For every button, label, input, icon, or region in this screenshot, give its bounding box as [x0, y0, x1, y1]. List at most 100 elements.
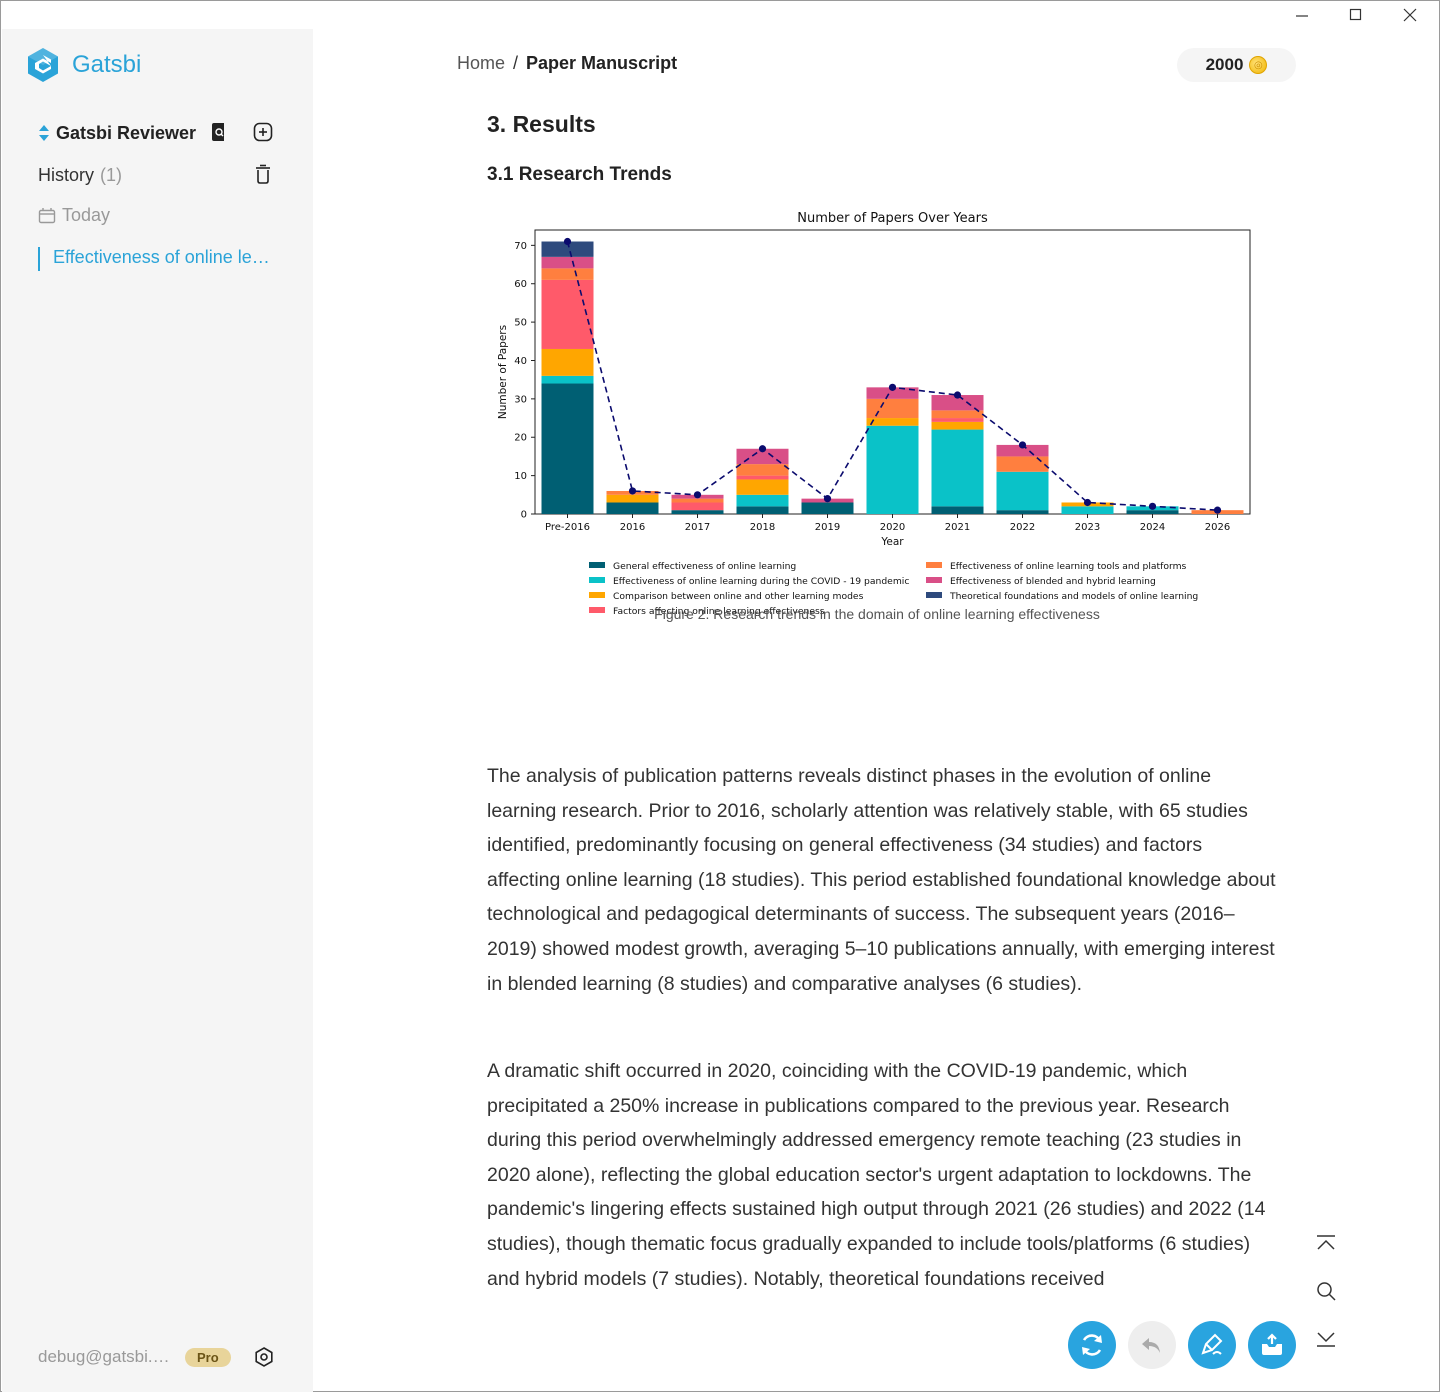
- credits-badge[interactable]: 2000 ◎: [1177, 48, 1296, 82]
- x-axis-label: Year: [880, 536, 904, 548]
- sidebar: Gatsbi Gatsbi Reviewer History (1) Today…: [2, 29, 313, 1392]
- bar-segment: [606, 502, 659, 514]
- x-tick-label: 2018: [750, 522, 775, 533]
- app-logo[interactable]: Gatsbi: [26, 47, 141, 83]
- bar-segment: [671, 510, 724, 514]
- x-tick-label: 2016: [620, 522, 645, 533]
- totals-point: [1213, 506, 1222, 514]
- title-bar: [1, 1, 1439, 29]
- gatsbi-logo-icon: [28, 48, 58, 82]
- x-tick-label: Pre-2016: [545, 522, 590, 533]
- bar-segment: [996, 456, 1049, 472]
- bar-segment: [931, 506, 984, 514]
- bar-segment: [866, 425, 919, 514]
- totals-point: [1018, 441, 1027, 449]
- paragraph: A dramatic shift occurred in 2020, coinc…: [487, 1060, 1266, 1290]
- legend-label: Effectiveness of online learning during …: [613, 576, 909, 587]
- bar-segment: [541, 256, 594, 269]
- legend-swatch: [926, 592, 942, 598]
- export-icon: [1262, 1333, 1282, 1355]
- x-tick-label: 2026: [1205, 522, 1230, 533]
- y-tick-label: 20: [514, 433, 527, 444]
- legend-label: General effectiveness of online learning: [613, 561, 796, 572]
- user-footer: debug@gatsbi.com Pro: [38, 1345, 278, 1369]
- x-tick-label: 2021: [945, 522, 970, 533]
- x-tick-label: 2020: [880, 522, 905, 533]
- today-label: Today: [62, 205, 111, 225]
- x-tick-label: 2017: [685, 522, 710, 533]
- y-tick-label: 50: [514, 318, 527, 329]
- paragraph: The analysis of publication patterns rev…: [487, 765, 1276, 995]
- minimize-icon[interactable]: [1291, 5, 1313, 25]
- bar-segment: [1061, 506, 1114, 514]
- workspace-selector[interactable]: Gatsbi Reviewer: [38, 121, 278, 145]
- y-tick-label: 10: [514, 471, 527, 482]
- bar-segment: [541, 268, 594, 280]
- y-tick-label: 40: [514, 356, 527, 367]
- x-tick-label: 2022: [1010, 522, 1035, 533]
- bar-segment: [606, 494, 659, 503]
- user-email[interactable]: debug@gatsbi.com: [38, 1347, 176, 1367]
- figure-caption: Figure 2. Research trends in the domain …: [654, 606, 1100, 622]
- edit-button[interactable]: [1188, 1321, 1236, 1369]
- subsection-title: 3.1 Research Trends: [487, 164, 672, 185]
- breadcrumb-current: Paper Manuscript: [526, 53, 678, 73]
- breadcrumb: Home / Paper Manuscript: [457, 53, 677, 74]
- app-window: Gatsbi Gatsbi Reviewer History (1) Today…: [0, 0, 1440, 1392]
- legend-label: Effectiveness of blended and hybrid lear…: [950, 576, 1156, 587]
- history-header: History (1): [38, 163, 278, 187]
- bar-segment: [541, 375, 594, 384]
- bar-segment: [996, 510, 1049, 514]
- legend-swatch: [589, 592, 605, 598]
- totals-point: [1148, 502, 1157, 510]
- undo-icon: [1142, 1338, 1160, 1353]
- bar-segment: [931, 418, 984, 422]
- bar-segment: [671, 498, 724, 503]
- undo-button[interactable]: [1128, 1321, 1176, 1369]
- bar-segment: [866, 418, 919, 426]
- trash-icon[interactable]: [252, 163, 274, 185]
- scroll-top-icon[interactable]: [1313, 1231, 1339, 1255]
- y-axis-label: Number of Papers: [497, 325, 509, 419]
- document-content: 3. Results 3.1 Research Trends Number of…: [487, 111, 1277, 1291]
- totals-point: [628, 487, 637, 495]
- breadcrumb-separator: /: [513, 53, 519, 73]
- bar-segment: [736, 494, 789, 507]
- totals-point: [823, 495, 832, 503]
- bar-segment: [931, 421, 984, 430]
- legend-swatch: [589, 562, 605, 568]
- sort-icon: [39, 125, 49, 141]
- scroll-bottom-icon[interactable]: [1313, 1327, 1339, 1351]
- y-tick-label: 70: [514, 241, 527, 252]
- totals-point: [758, 445, 767, 453]
- bar-segment: [736, 506, 789, 514]
- legend-swatch: [926, 577, 942, 583]
- document-search-icon[interactable]: [208, 121, 230, 143]
- close-icon[interactable]: [1399, 5, 1421, 25]
- export-button[interactable]: [1248, 1321, 1296, 1369]
- bar-segment: [801, 502, 854, 514]
- regenerate-button[interactable]: [1068, 1321, 1116, 1369]
- totals-point: [953, 391, 962, 399]
- history-item[interactable]: Effectiveness of online learning effecti…: [38, 247, 278, 271]
- history-label: History: [38, 164, 95, 185]
- x-tick-label: 2023: [1075, 522, 1100, 533]
- add-new-icon[interactable]: [252, 121, 274, 143]
- legend-label: Comparison between online and other lear…: [613, 591, 864, 602]
- totals-point: [888, 383, 897, 391]
- legend-label: Theoretical foundations and models of on…: [949, 591, 1198, 602]
- settings-icon[interactable]: [252, 1345, 276, 1369]
- bar-segment: [541, 383, 594, 514]
- bar-segment: [931, 429, 984, 507]
- bar-segment: [736, 464, 789, 476]
- plan-badge: Pro: [185, 1347, 231, 1367]
- bar-segment: [931, 410, 984, 419]
- x-tick-label: 2019: [815, 522, 840, 533]
- search-icon[interactable]: [1313, 1279, 1339, 1303]
- today-group-header: Today: [38, 205, 110, 226]
- breadcrumb-home[interactable]: Home: [457, 53, 505, 74]
- y-tick-label: 60: [514, 279, 527, 290]
- edit-icon: [1201, 1333, 1223, 1355]
- y-tick-label: 0: [521, 510, 527, 521]
- maximize-icon[interactable]: [1345, 5, 1367, 25]
